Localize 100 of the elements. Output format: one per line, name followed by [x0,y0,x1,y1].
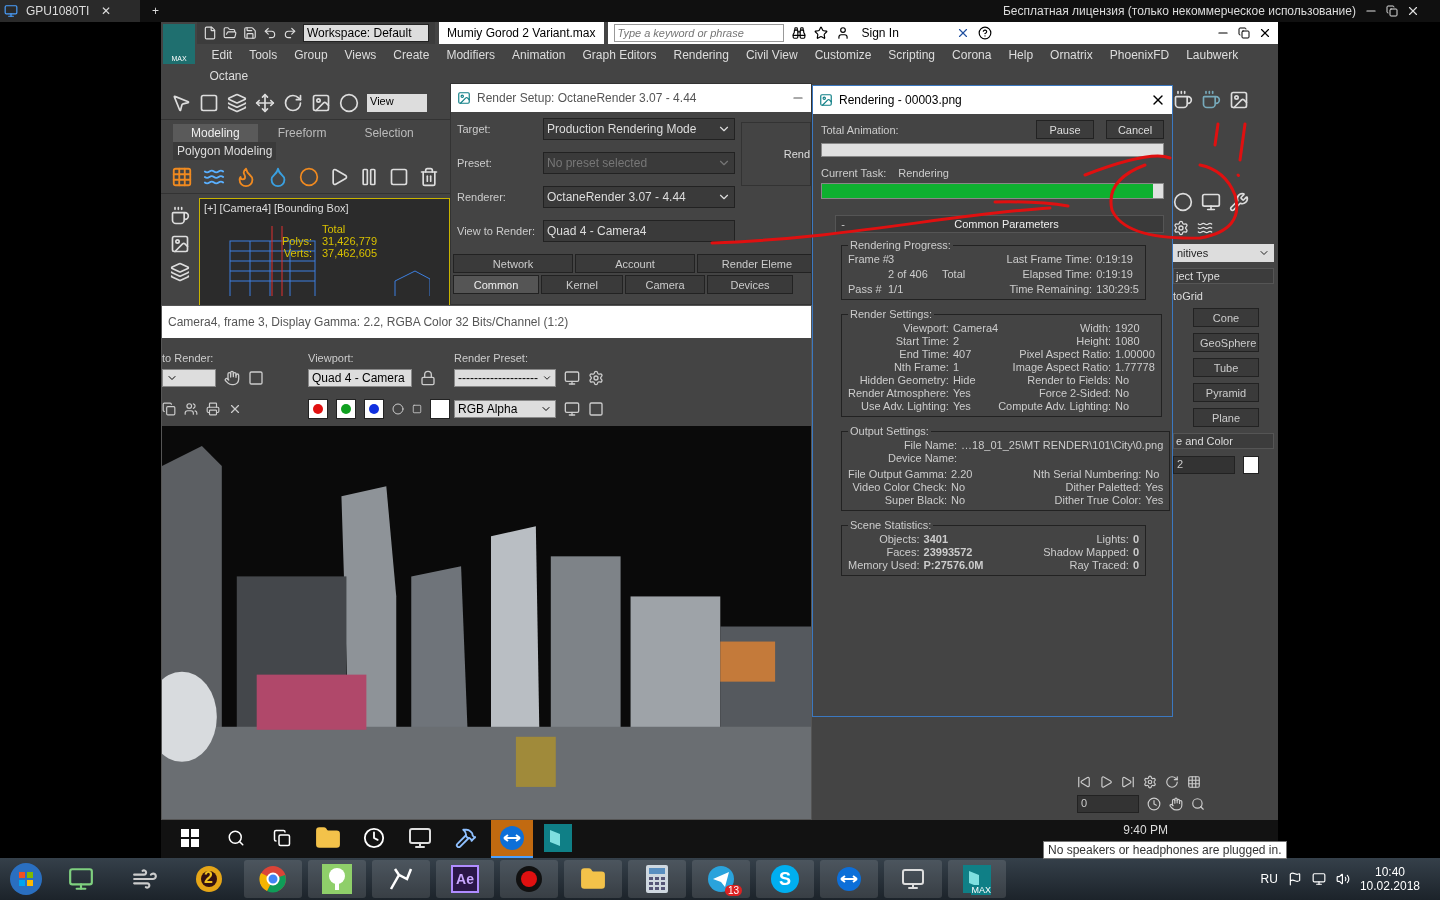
menu-item[interactable]: Ornatrix [1041,48,1102,62]
redo-icon[interactable] [283,26,297,40]
trash-icon[interactable] [419,166,439,187]
menu-item[interactable]: PhoenixFD [1101,48,1178,62]
taskbar-button[interactable]: MAX [948,860,1006,898]
waves-icon[interactable] [1197,220,1213,236]
frame-icon[interactable] [170,234,190,254]
volume-icon[interactable] [1335,872,1350,886]
setting-dropdown[interactable]: Quad 4 - Camera4 [543,220,735,242]
gear-icon[interactable] [588,370,604,386]
ribbon-tab[interactable]: Selection [346,124,432,142]
grid-icon[interactable] [171,165,193,188]
settings-tab[interactable]: Camera [625,275,705,294]
play-icon[interactable] [1099,775,1113,789]
primitive-button[interactable]: Pyramid [1193,383,1259,402]
pause-button[interactable]: Pause [1036,120,1094,139]
settings-tab[interactable]: Render Eleme [697,254,811,273]
menu-item[interactable]: Edit [203,48,241,62]
settings-tab[interactable]: Common [453,275,539,294]
cancel-button[interactable]: Cancel [1106,120,1164,139]
menu-item[interactable]: Laubwerk [1177,48,1247,62]
grid-icon[interactable] [1187,775,1201,789]
workspace-dropdown[interactable]: Workspace: Default [303,24,429,42]
taskbar-button[interactable] [564,860,622,898]
binoculars-icon[interactable] [791,26,806,40]
taskbar-button[interactable]: Ae [436,860,494,898]
print-icon[interactable] [206,402,220,416]
color-swatch[interactable] [430,399,450,419]
taskbar-button[interactable] [244,860,302,898]
rotate-icon[interactable] [283,92,303,113]
clock-time[interactable]: 10:40 [1374,865,1405,879]
restore-icon[interactable] [1386,5,1398,17]
taskbar-button[interactable] [628,860,686,898]
frame-field[interactable]: 0 [1077,795,1139,813]
settings-tab[interactable]: Kernel [541,275,623,294]
name-field[interactable]: 2 [1173,456,1235,474]
setting-dropdown[interactable]: Production Rendering Mode [543,118,735,140]
stop-icon[interactable] [389,166,409,187]
ribbon-panel-label[interactable]: Polygon Modeling [173,142,277,160]
menu-item[interactable]: Scripting [879,48,944,62]
play-icon[interactable] [329,166,349,187]
channel-dropdown[interactable]: RGB Alpha [454,400,556,418]
menu-item[interactable]: Graph Editors [573,48,665,62]
menu-item[interactable]: Animation [503,48,574,62]
color-swatch[interactable] [1243,456,1259,474]
previous-icon[interactable] [1077,775,1091,789]
menu-item[interactable]: Views [336,48,385,62]
close-icon[interactable] [1258,26,1272,40]
preset-dropdown[interactable]: -------------------- [454,369,556,387]
help-icon[interactable] [977,26,992,40]
menu-item[interactable]: Corona [943,48,1000,62]
language-indicator[interactable]: RU [1260,872,1278,886]
user-icon[interactable] [835,26,850,40]
viewport-dropdown[interactable]: Quad 4 - Camera [308,369,412,387]
clock-date[interactable]: 10.02.2018 [1359,879,1420,893]
category-dropdown[interactable]: nitives [1173,244,1274,262]
settings-tab[interactable]: Network [453,254,573,273]
rollout-header[interactable]: - Common Parameters [835,215,1164,233]
frame-icon[interactable] [1229,90,1249,110]
viewport-label[interactable]: [+] [Camera4] [Bounding Box] [200,199,449,217]
close-tab-button[interactable]: ✕ [97,4,116,18]
setting-dropdown[interactable]: OctaneRender 3.07 - 4.44 [543,186,735,208]
taskbar-button[interactable] [884,860,942,898]
save-icon[interactable] [243,26,257,40]
menu-item[interactable]: Create [384,48,438,62]
primitive-button[interactable]: Cone [1193,308,1259,327]
flag-icon[interactable] [1287,872,1302,886]
start-button[interactable] [9,862,43,896]
taskbar-button[interactable]: 13 [692,860,750,898]
taskbar-button[interactable] [820,860,878,898]
channel-toggle[interactable] [308,399,328,419]
rectangle-select-icon[interactable] [199,92,219,113]
taskbar-button[interactable]: 2 [180,860,238,898]
ribbon-tab[interactable]: Modeling [173,124,258,142]
settings-tab[interactable]: Devices [707,275,793,294]
close-icon[interactable] [1406,4,1420,18]
reference-field[interactable]: View [367,93,427,112]
orbit-icon[interactable] [1165,775,1179,789]
menu-item[interactable]: Rendering [665,48,738,62]
primitive-button[interactable]: GeoSphere [1193,333,1259,352]
menu-item[interactable]: Group [285,48,337,62]
settings-tab[interactable]: Account [575,254,695,273]
pan-icon[interactable] [1169,797,1183,811]
gear-icon[interactable] [1143,775,1157,789]
menu-item[interactable]: Customize [806,48,880,62]
star-icon[interactable] [813,26,828,40]
taskbar-button[interactable] [372,860,430,898]
menu-item[interactable]: Help [999,48,1042,62]
primitive-button[interactable]: Plane [1193,408,1259,427]
new-tab-button[interactable]: + [148,4,163,18]
render-button[interactable]: Rend [741,122,811,186]
area-dropdown[interactable] [162,369,216,387]
menu-item[interactable]: Octane [201,69,257,83]
next-icon[interactable] [1121,775,1135,789]
sign-in-button[interactable]: Sign In [857,26,948,40]
taskbar-button[interactable] [308,860,366,898]
ribbon-tab[interactable]: Freeform [259,124,345,142]
primitive-button[interactable]: Tube [1193,358,1259,377]
zoom-icon[interactable] [1191,797,1205,811]
new-file-icon[interactable] [203,26,217,40]
